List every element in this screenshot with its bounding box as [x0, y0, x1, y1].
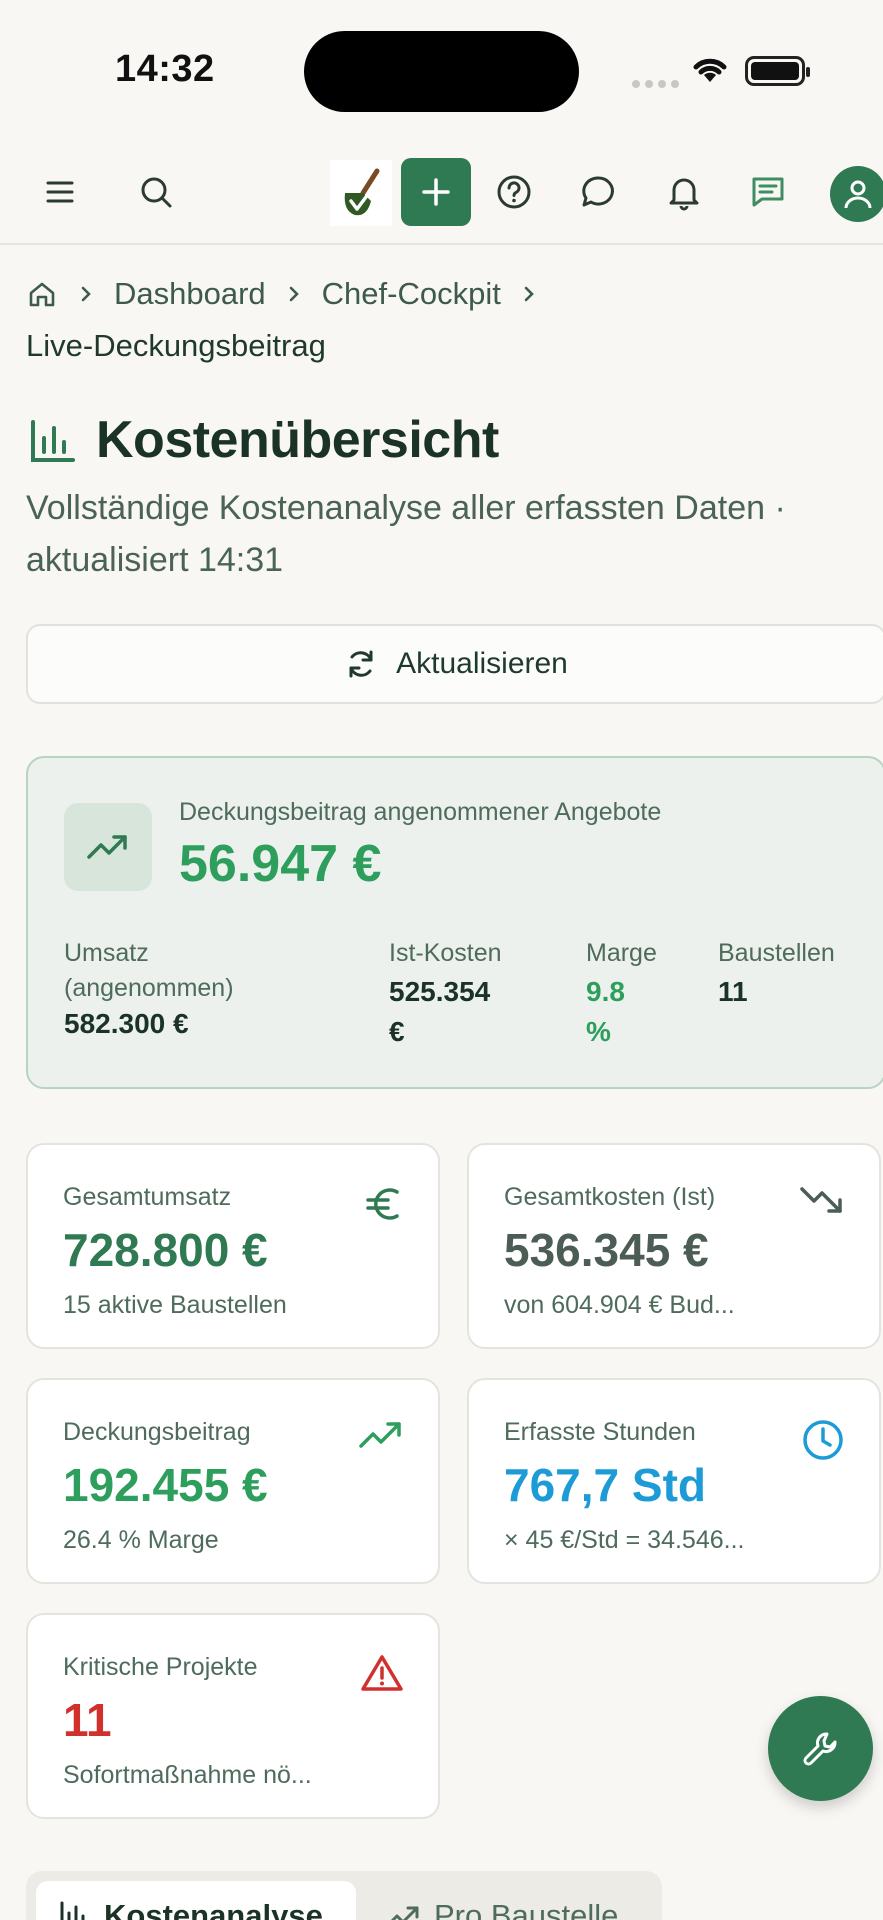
- trending-down-icon: [799, 1183, 845, 1222]
- kpi-sub: 15 aktive Baustellen: [63, 1291, 287, 1319]
- kpi-sub: 26.4 % Marge: [63, 1526, 219, 1554]
- kpi-value: 11: [63, 1694, 112, 1746]
- menu-icon[interactable]: [40, 172, 80, 212]
- kpi-value: 536.345 €: [504, 1224, 709, 1276]
- kpi-label: Erfasste Stunden: [504, 1418, 696, 1446]
- stat-sites: Baustellen 11: [718, 936, 835, 1013]
- tab-per-site[interactable]: Pro Baustelle: [386, 1881, 618, 1920]
- add-button[interactable]: [401, 158, 471, 226]
- kpi-label: Kritische Projekte: [63, 1653, 258, 1681]
- stat-revenue-label: Umsatz: [64, 939, 149, 967]
- breadcrumb-link-chef-cockpit[interactable]: Chef-Cockpit: [322, 266, 501, 322]
- kpi-value: 728.800 €: [63, 1224, 268, 1276]
- stat-sites-label: Baustellen: [718, 939, 835, 967]
- refresh-icon: [344, 647, 378, 681]
- kpi-card-total-revenue[interactable]: Gesamtumsatz 728.800 € 15 aktive Baustel…: [26, 1143, 440, 1349]
- clock-icon: [801, 1418, 845, 1467]
- tab-cost-analysis[interactable]: Kostenanalyse: [36, 1881, 356, 1920]
- breadcrumb-current: Live-Deckungsbeitrag: [26, 328, 326, 363]
- chat-icon[interactable]: [578, 172, 618, 212]
- stat-revenue-label-sub: (angenommen): [64, 974, 234, 1002]
- contribution-label: Deckungsbeitrag angenommener Angebote: [179, 798, 662, 826]
- kpi-label: Gesamtkosten (Ist): [504, 1183, 716, 1211]
- stat-costs-label: Ist-Kosten: [389, 939, 502, 967]
- stat-sites-value: 11: [718, 976, 748, 1007]
- stat-margin-value: 9.8: [586, 976, 625, 1007]
- status-bar: 14:32: [0, 0, 883, 150]
- stat-costs: Ist-Kosten 525.354 €: [389, 936, 502, 1053]
- kpi-card-critical-projects[interactable]: Kritische Projekte 11 Sofortmaßnahme nö.…: [26, 1613, 440, 1819]
- kpi-card-total-costs[interactable]: Gesamtkosten (Ist) 536.345 € von 604.904…: [467, 1143, 881, 1349]
- user-avatar[interactable]: [830, 166, 883, 222]
- bell-icon[interactable]: [664, 172, 704, 212]
- stat-revenue: Umsatz (angenommen) 582.300 €: [64, 936, 234, 1042]
- battery-icon: [745, 56, 810, 86]
- top-app-bar: [0, 150, 883, 245]
- stat-margin: Marge 9.8 %: [586, 936, 657, 1053]
- feedback-icon[interactable]: [748, 172, 788, 212]
- contribution-summary-card: Deckungsbeitrag angenommener Angebote 56…: [26, 756, 883, 1089]
- stat-revenue-value: 582.300 €: [64, 1008, 189, 1039]
- wifi-icon: [690, 54, 730, 89]
- page-subtitle: Vollständige Kostenanalyse aller erfasst…: [26, 489, 786, 579]
- wrench-icon: [802, 1732, 836, 1766]
- chevron-right-icon: [521, 284, 537, 304]
- status-time: 14:32: [115, 48, 215, 90]
- kpi-label: Deckungsbeitrag: [63, 1418, 251, 1446]
- kpi-label: Gesamtumsatz: [63, 1183, 232, 1211]
- stat-costs-unit: €: [389, 1016, 405, 1047]
- kpi-sub: × 45 €/Std = 34.546...: [504, 1526, 745, 1554]
- trending-up-icon: [64, 803, 152, 891]
- tab-label: Pro Baustelle: [434, 1898, 619, 1920]
- page-title: Kostenübersicht: [96, 411, 499, 469]
- dynamic-island: [304, 31, 579, 112]
- kpi-value: 767,7 Std: [504, 1459, 706, 1511]
- trending-up-icon: [386, 1903, 420, 1920]
- stat-costs-value: 525.354: [389, 976, 491, 1007]
- euro-icon: [364, 1183, 404, 1230]
- warning-icon: [360, 1653, 404, 1698]
- kpi-sub: von 604.904 € Bud...: [504, 1291, 735, 1319]
- cellular-signal-icon: [632, 75, 684, 93]
- kpi-sub: Sofortmaßnahme nö...: [63, 1761, 312, 1789]
- chevron-right-icon: [286, 284, 302, 304]
- bar-chart-icon: [58, 1900, 90, 1920]
- stat-margin-unit: %: [586, 1016, 611, 1047]
- trending-up-icon: [358, 1418, 404, 1457]
- stat-margin-label: Marge: [586, 939, 657, 967]
- help-icon[interactable]: [494, 172, 534, 212]
- breadcrumb: Dashboard Chef-Cockpit: [26, 272, 866, 316]
- kpi-value: 192.455 €: [63, 1459, 268, 1511]
- bar-chart-icon: [28, 418, 76, 471]
- plus-icon: [422, 178, 450, 206]
- chevron-right-icon: [78, 284, 94, 304]
- tab-label: Kostenanalyse: [104, 1898, 323, 1920]
- kpi-card-hours[interactable]: Erfasste Stunden 767,7 Std × 45 €/Std = …: [467, 1378, 881, 1584]
- app-logo[interactable]: [330, 160, 392, 226]
- home-icon[interactable]: [26, 278, 58, 310]
- tools-fab-button[interactable]: [768, 1696, 873, 1801]
- tab-bar: Kostenanalyse Pro Baustelle: [26, 1871, 662, 1920]
- kpi-card-contribution[interactable]: Deckungsbeitrag 192.455 € 26.4 % Marge: [26, 1378, 440, 1584]
- contribution-value: 56.947 €: [179, 835, 382, 893]
- breadcrumb-link-dashboard[interactable]: Dashboard: [114, 266, 266, 322]
- user-icon: [844, 180, 872, 209]
- refresh-button[interactable]: Aktualisieren: [26, 624, 883, 704]
- search-icon[interactable]: [136, 172, 176, 212]
- refresh-label: Aktualisieren: [396, 647, 568, 680]
